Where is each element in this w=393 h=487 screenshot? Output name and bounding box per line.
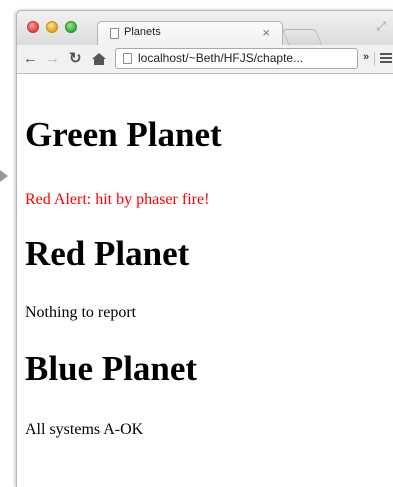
reload-icon[interactable]: ↻ (69, 49, 82, 69)
tab-close-icon[interactable]: × (262, 25, 270, 40)
toolbar-divider (374, 52, 375, 66)
back-arrow-icon[interactable]: ← (23, 49, 38, 69)
planet-status-red: Nothing to report (25, 304, 137, 321)
tab-planets[interactable]: Planets × (97, 21, 283, 45)
overflow-chevron-icon[interactable]: » (363, 51, 369, 63)
address-text[interactable]: localhost/~Beth/HFJS/chapte... (138, 51, 303, 65)
edge-pointer-arrow-icon (0, 170, 8, 182)
zoom-window-button[interactable] (65, 21, 77, 33)
planet-heading-blue: Blue Planet (25, 349, 198, 388)
browser-window: Planets × ⤢ ← → ↻ localhost/~Beth/HFJS/c… (16, 10, 393, 487)
tab-title: Planets (124, 26, 161, 38)
forward-arrow-icon[interactable]: → (45, 49, 60, 69)
planet-status-green: Red Alert: hit by phaser fire! (25, 191, 210, 208)
minimize-window-button[interactable] (46, 21, 58, 33)
page-icon (110, 28, 119, 39)
hamburger-menu-icon[interactable] (380, 53, 392, 64)
title-bar: Planets × ⤢ (17, 11, 393, 45)
planet-heading-red: Red Planet (25, 234, 190, 273)
close-window-button[interactable] (27, 21, 39, 33)
page-icon (123, 53, 132, 64)
planet-status-blue: All systems A-OK (25, 421, 144, 438)
planet-heading-green: Green Planet (25, 115, 222, 154)
new-tab-button[interactable] (281, 29, 323, 45)
address-bar[interactable]: localhost/~Beth/HFJS/chapte... (115, 48, 358, 69)
browser-toolbar: ← → ↻ localhost/~Beth/HFJS/chapte... » (17, 45, 393, 74)
fullscreen-icon[interactable]: ⤢ (376, 19, 386, 34)
home-icon[interactable] (92, 49, 106, 69)
